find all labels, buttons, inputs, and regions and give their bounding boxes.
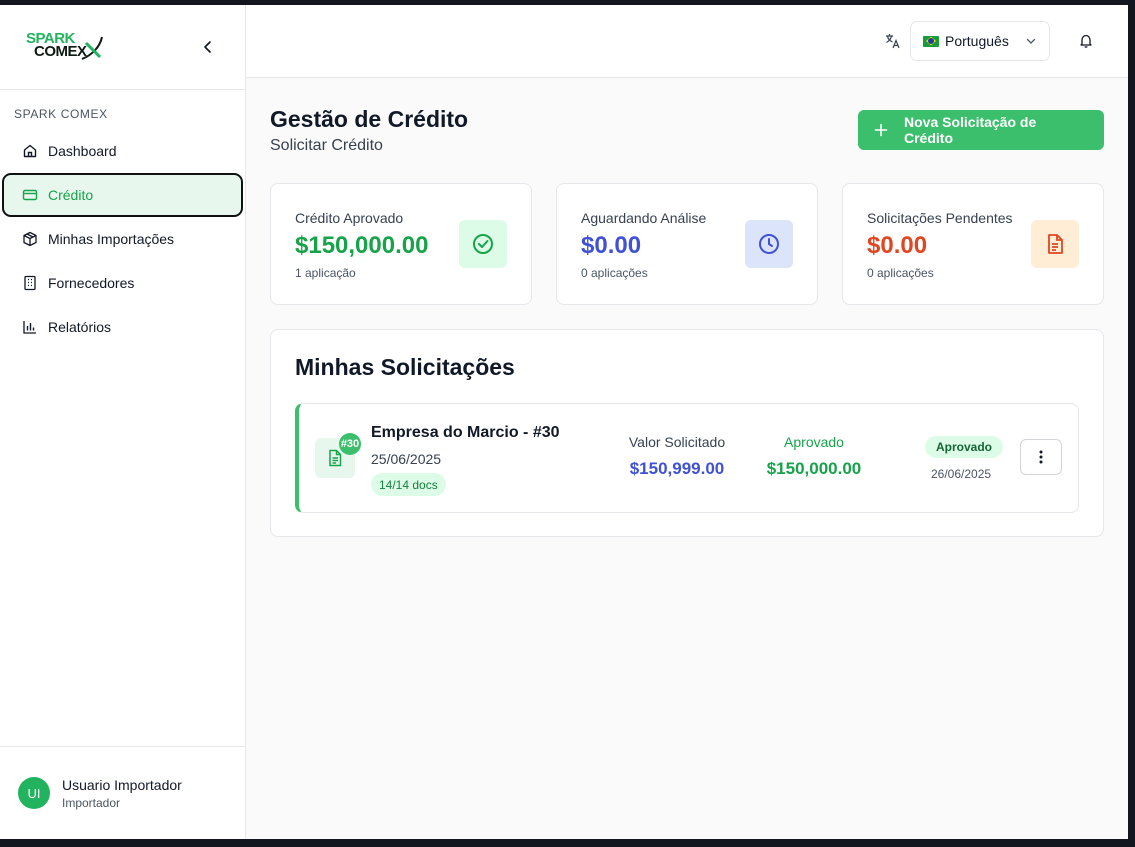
stat-card-credito-aprovado: Crédito Aprovado $150,000.00 1 aplicação (270, 183, 532, 305)
user-role: Importador (62, 795, 121, 810)
sidebar-header: SPARK COMEX (0, 5, 245, 90)
clock-icon (745, 220, 793, 268)
language-value: Português (945, 33, 1009, 49)
check-circle-icon (459, 220, 507, 268)
sidebar-item-dashboard[interactable]: Dashboard (2, 129, 243, 173)
requests-card: Minhas Solicitações #30 Empresa do Marci… (270, 329, 1104, 537)
request-docs-badge: 14/14 docs (371, 473, 446, 496)
stat-sub: 1 aplicação (295, 266, 356, 280)
request-number-badge: #30 (339, 433, 361, 455)
avatar: UI (18, 777, 50, 809)
package-icon (22, 231, 38, 247)
page-header: Gestão de Crédito Solicitar Crédito Nova… (270, 105, 1104, 183)
spark-comex-logo[interactable]: SPARK COMEX (26, 29, 106, 65)
main-area: Português Gestão de Crédito Solicitar Cr… (246, 5, 1128, 839)
sidebar-item-label: Minhas Importações (48, 231, 175, 247)
user-profile[interactable]: UI Usuario Importador Importador (0, 746, 245, 839)
status-date: 26/06/2025 (931, 467, 992, 481)
app-window: SPARK COMEX SPARK COMEX Dashboard Crédit… (0, 5, 1128, 839)
more-actions-button[interactable] (1020, 439, 1062, 475)
plus-icon (874, 123, 888, 137)
sidebar-item-fornecedores[interactable]: Fornecedores (2, 261, 243, 305)
sidebar: SPARK COMEX SPARK COMEX Dashboard Crédit… (0, 5, 246, 839)
sidebar-item-label: Relatórios (48, 319, 112, 335)
translate-icon (884, 32, 902, 50)
request-date: 25/06/2025 (371, 451, 442, 467)
stats-row: Crédito Aprovado $150,000.00 1 aplicação… (270, 183, 1104, 305)
bar-chart-icon (22, 319, 38, 335)
sidebar-item-label: Dashboard (48, 143, 117, 159)
requested-label: Valor Solicitado (628, 434, 726, 450)
document-icon (1031, 220, 1079, 268)
approved-value-column: Aprovado $150,000.00 (754, 434, 874, 479)
credit-card-icon (22, 187, 38, 203)
new-credit-request-button[interactable]: Nova Solicitação de Crédito (858, 110, 1104, 150)
sidebar-section-label: SPARK COMEX (14, 107, 108, 121)
request-row[interactable]: #30 Empresa do Marcio - #30 25/06/2025 1… (295, 403, 1079, 513)
stat-sub: 0 aplicações (867, 266, 934, 280)
status-badge: Aprovado (925, 436, 1004, 458)
chevron-left-icon[interactable] (201, 40, 215, 54)
sidebar-item-label: Crédito (48, 187, 94, 203)
request-company: Empresa do Marcio - #30 (371, 424, 560, 441)
approved-value: $150,000.00 (766, 459, 862, 478)
new-credit-request-label: Nova Solicitação de Crédito (904, 114, 1037, 146)
stat-card-aguardando-analise: Aguardando Análise $0.00 0 aplicações (556, 183, 818, 305)
requests-title: Minhas Solicitações (295, 354, 515, 380)
sidebar-item-label: Fornecedores (48, 275, 135, 291)
home-icon (22, 143, 38, 159)
stat-card-solicitacoes-pendentes: Solicitações Pendentes $0.00 0 aplicaçõe… (842, 183, 1104, 305)
requested-value-column: Valor Solicitado $150,999.00 (617, 434, 737, 479)
page-title: Gestão de Crédito (270, 106, 469, 132)
page-content: Gestão de Crédito Solicitar Crédito Nova… (246, 78, 1128, 537)
topbar: Português (246, 5, 1128, 78)
sidebar-item-credito[interactable]: Crédito (2, 173, 243, 217)
requested-value: $150,999.00 (629, 459, 725, 478)
bell-icon[interactable] (1078, 33, 1094, 49)
page-subtitle: Solicitar Crédito (270, 137, 383, 154)
approved-label: Aprovado (784, 434, 844, 450)
chevron-down-icon (1025, 35, 1037, 47)
logo-swoosh-icon (81, 36, 103, 60)
user-name: Usuario Importador (62, 776, 182, 793)
language-select[interactable]: Português (910, 21, 1050, 61)
stat-sub: 0 aplicações (581, 266, 648, 280)
brazil-flag-icon (923, 35, 939, 47)
sidebar-item-minhas-importacoes[interactable]: Minhas Importações (2, 217, 243, 261)
more-vertical-icon (1039, 450, 1043, 464)
sidebar-item-relatorios[interactable]: Relatórios (2, 305, 243, 349)
building-icon (22, 275, 38, 291)
